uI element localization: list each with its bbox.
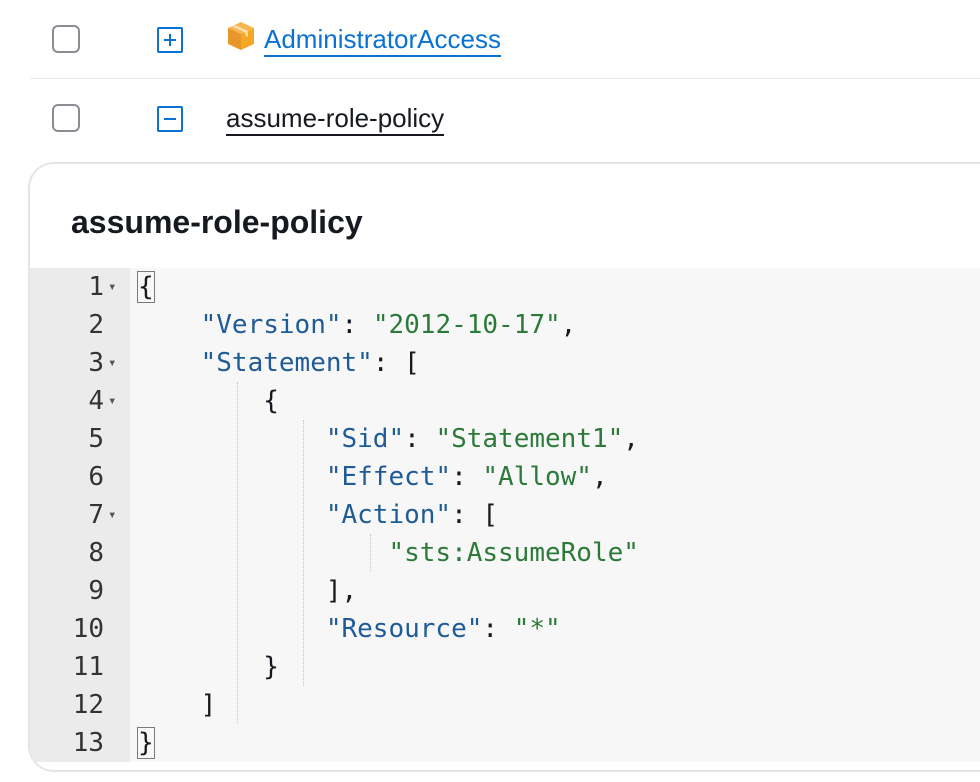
code-text: {: [263, 386, 279, 416]
code-text: "Action": [: [325, 500, 499, 530]
expand-plus-icon[interactable]: [157, 27, 183, 53]
code-line: 2 "Version": "2012-10-17",: [30, 306, 980, 344]
line-number: 4: [88, 386, 104, 416]
code-text: ],: [325, 576, 358, 606]
code-line: 7 ▾ "Action": [: [30, 496, 980, 534]
line-number: 12: [72, 690, 104, 720]
code-text: "Version": "2012-10-17",: [200, 310, 577, 340]
code-line: 13}: [30, 724, 980, 762]
policy-link-administrator-access[interactable]: AdministratorAccess: [264, 24, 501, 57]
code-line: 11 }: [30, 648, 980, 686]
page: AdministratorAccess assume-role-policy a…: [0, 0, 980, 782]
code-line: 5 "Sid": "Statement1",: [30, 420, 980, 458]
line-number: 5: [88, 424, 104, 454]
fold-toggle-icon[interactable]: ▾: [108, 382, 116, 420]
collapse-minus-icon[interactable]: [157, 106, 183, 132]
code-text: "sts:AssumeRole": [388, 538, 639, 568]
code-text: "Resource": "*": [325, 614, 561, 644]
json-code-editor[interactable]: 1 ▾{2 "Version": "2012-10-17", 3 ▾ "Stateme…: [30, 268, 980, 762]
code-line: 6 "Effect": "Allow",: [30, 458, 980, 496]
code-text: "Effect": "Allow",: [325, 462, 608, 492]
code-line: 8 "sts:AssumeRole": [30, 534, 980, 572]
code-line: 9 ],: [30, 572, 980, 610]
code-line: 4 ▾ {: [30, 382, 980, 420]
code-line: 3 ▾ "Statement": [: [30, 344, 980, 382]
line-number: 9: [88, 576, 104, 606]
fold-toggle-icon[interactable]: ▾: [108, 496, 116, 534]
policy-row-assume-role-policy: assume-role-policy: [0, 79, 980, 157]
code-text: "Sid": "Statement1",: [325, 424, 639, 454]
line-number: 3: [88, 348, 104, 378]
code-text: }: [263, 652, 279, 682]
line-number: 10: [72, 614, 104, 644]
row-select-checkbox[interactable]: [52, 25, 80, 53]
code-text: "Statement": [: [200, 348, 420, 378]
policy-row-administrator-access: AdministratorAccess: [0, 0, 980, 78]
aws-managed-policy-icon: [228, 22, 254, 50]
row-select-checkbox[interactable]: [52, 104, 80, 132]
panel-title: assume-role-policy: [71, 204, 363, 240]
policy-detail-panel: assume-role-policy 1 ▾{2 "Version": "2012…: [28, 162, 980, 772]
fold-toggle-icon[interactable]: ▾: [108, 268, 116, 306]
code-text: {: [137, 271, 155, 303]
line-number: 2: [88, 310, 104, 340]
line-number: 6: [88, 462, 104, 492]
line-number: 7: [88, 500, 104, 530]
policy-link-assume-role-policy[interactable]: assume-role-policy: [226, 103, 445, 136]
line-number: 11: [72, 652, 104, 682]
line-number: 13: [72, 728, 104, 758]
fold-toggle-icon[interactable]: ▾: [108, 344, 116, 382]
code-text: ]: [200, 690, 217, 720]
line-number: 8: [88, 538, 104, 568]
code-line: 10 "Resource": "*": [30, 610, 980, 648]
line-number: 1: [88, 272, 104, 302]
code-line: 12 ]: [30, 686, 980, 724]
code-line: 1 ▾ {: [30, 268, 980, 306]
code-text: }: [137, 727, 155, 759]
